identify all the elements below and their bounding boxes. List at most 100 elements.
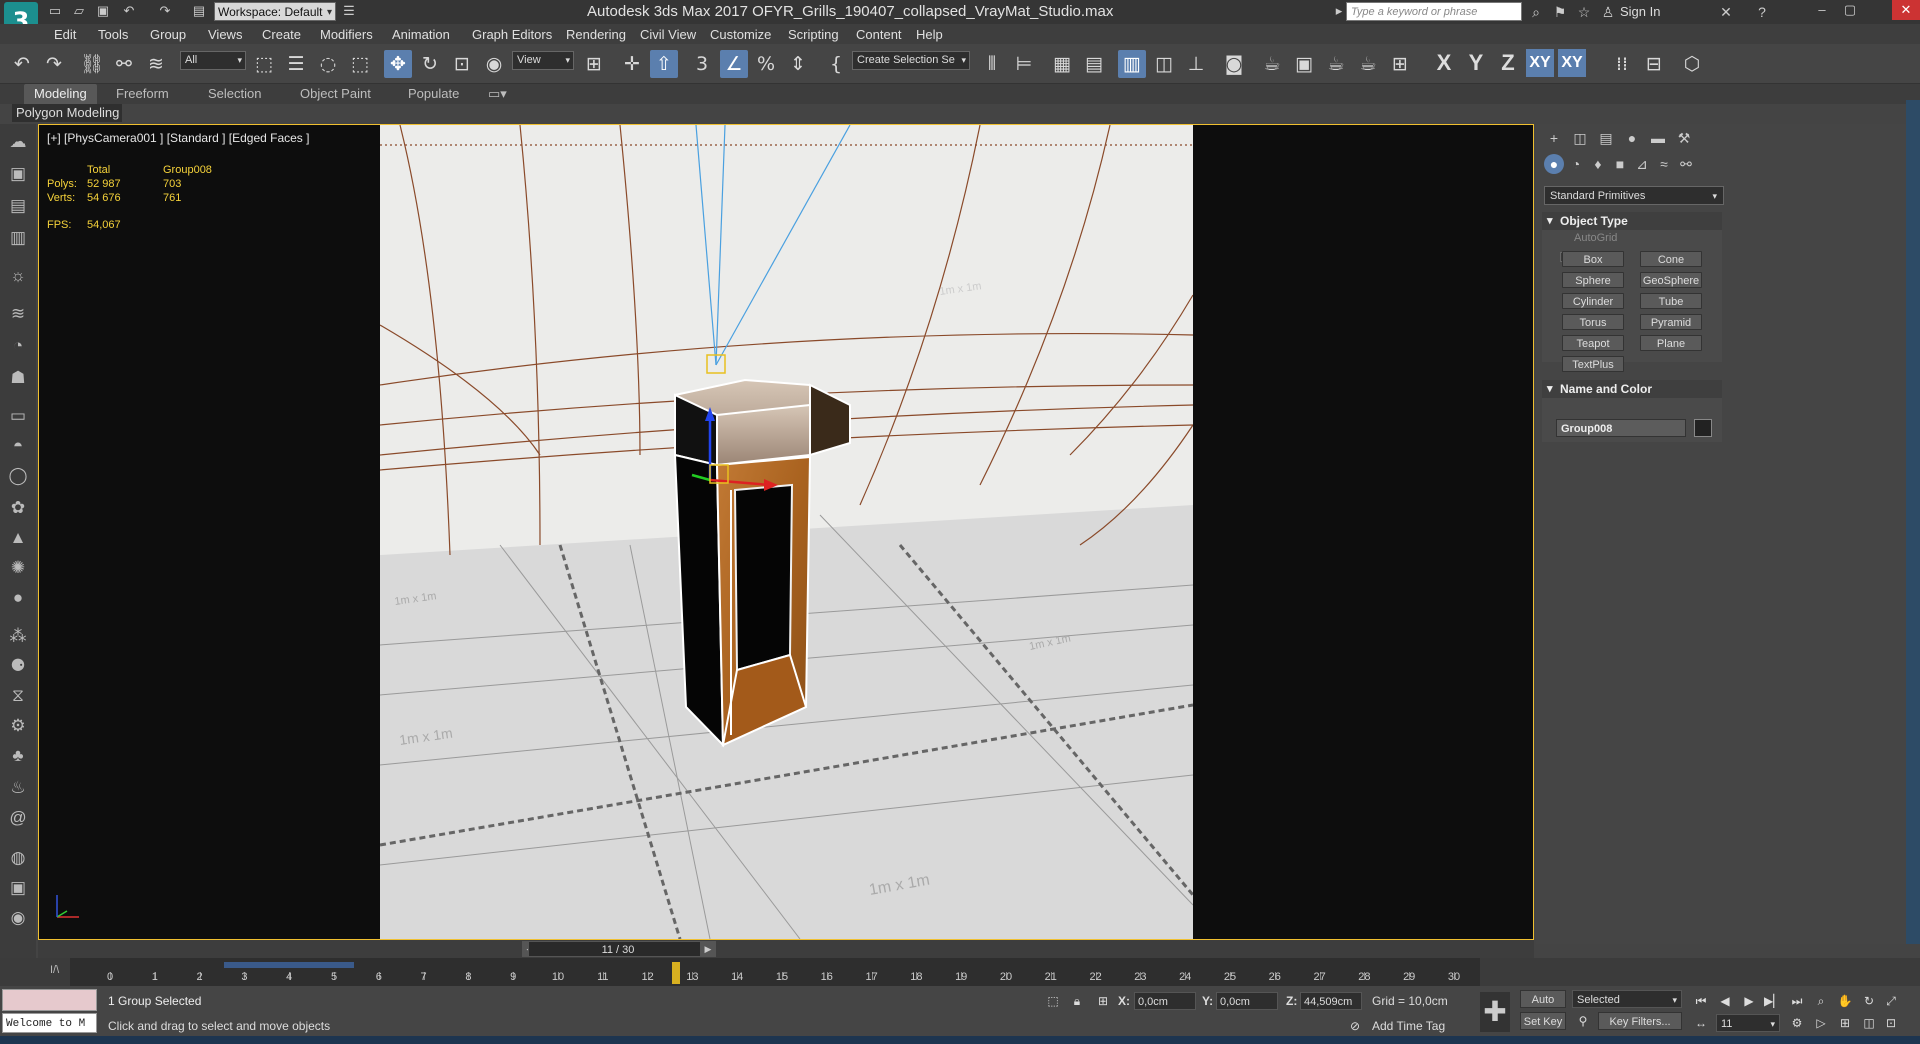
primitive-category-dropdown[interactable]: Standard Primitives <box>1544 186 1724 205</box>
workspace-dropdown[interactable]: Workspace: Default <box>214 2 336 22</box>
tab-freeform[interactable]: Freeform <box>116 84 169 104</box>
window-crossing-icon[interactable]: ⬚ <box>346 50 374 78</box>
auto-key-button[interactable]: Auto Key <box>1520 990 1566 1024</box>
workspace-menu-icon[interactable]: ☰ <box>340 2 358 20</box>
rendered-frame-window-icon[interactable]: ▣ <box>1290 50 1318 78</box>
percent-snap-icon[interactable]: % <box>752 50 780 78</box>
save-icon[interactable]: ▣ <box>94 2 112 20</box>
geosphere-button[interactable]: GeoSphere <box>1640 272 1702 288</box>
maxscript-listener[interactable] <box>2 989 97 1011</box>
gold-sphere-icon[interactable]: ● <box>6 586 30 610</box>
mirror-icon[interactable]: ⫴ <box>978 50 1006 78</box>
spinner-snap-icon[interactable]: ⇕ <box>784 50 812 78</box>
new-file-icon[interactable]: ▭ <box>46 2 64 20</box>
link-icon[interactable]: ⛓ <box>78 50 106 78</box>
tab-selection[interactable]: Selection <box>208 84 261 104</box>
create-tab-icon[interactable]: + <box>1544 128 1564 148</box>
viewport-label[interactable]: [+] [PhysCamera001 ] [Standard ] [Edged … <box>47 131 309 145</box>
skin-tools-icon[interactable]: ◔ <box>6 334 30 358</box>
render-sphere-icon[interactable]: ◉ <box>6 906 30 930</box>
object-name-input[interactable]: Group008 <box>1556 419 1686 437</box>
search-input[interactable]: Type a keyword or phrase <box>1346 2 1522 21</box>
sphere-tool-icon[interactable]: ◯ <box>6 464 30 488</box>
studio-scene[interactable]: 1m x 1m 1m x 1m 1m x 1m 1m x 1m 1m x 1m <box>380 125 1193 939</box>
shapes-icon[interactable]: ◔ <box>1566 154 1586 174</box>
plane-button[interactable]: Plane <box>1640 335 1702 351</box>
project-folder-icon[interactable]: ▤ <box>190 2 208 20</box>
select-and-scale-icon[interactable]: ⊡ <box>448 50 476 78</box>
snail-tool-icon[interactable]: @ <box>6 806 30 830</box>
help-icon[interactable]: ? <box>1752 2 1772 22</box>
tool-box-icon[interactable]: ▣ <box>6 876 30 900</box>
textplus-button[interactable]: TextPlus <box>1562 356 1624 372</box>
reference-coordinate-dropdown[interactable]: View <box>512 51 574 70</box>
key-selection-dropdown[interactable]: Selected <box>1572 990 1682 1009</box>
name-color-rollout-header[interactable]: Name and Color <box>1542 380 1722 398</box>
set-key-button[interactable]: Set Key <box>1520 1012 1566 1030</box>
add-time-tag[interactable]: Add Time Tag <box>1372 1019 1445 1033</box>
close-icon[interactable]: ✕ <box>1892 0 1920 20</box>
scale-tool-icon[interactable]: ⧖ <box>6 684 30 708</box>
key-mode-icon[interactable]: ⚲ <box>1574 1012 1592 1030</box>
render-iterative-icon[interactable]: ☕ <box>1354 50 1382 78</box>
menu-scripting[interactable]: Scripting <box>788 27 839 42</box>
undo-icon[interactable]: ↶ <box>120 2 138 20</box>
menu-tools[interactable]: Tools <box>98 27 128 42</box>
rectangular-selection-icon[interactable]: ◌ <box>314 50 342 78</box>
menu-modifiers[interactable]: Modifiers <box>320 27 373 42</box>
orbit-icon[interactable]: ↻ <box>1860 992 1878 1010</box>
curve-editor-icon[interactable]: ◫ <box>1150 50 1178 78</box>
next-frame-icon[interactable]: ▶▏ <box>1764 992 1782 1010</box>
hair-tools-icon[interactable]: ≋ <box>6 302 30 326</box>
track-area[interactable]: 0 1 2 3 4 5 6 7 8 9 10 11 12 13 14 15 16 17 18 19 20 21 22 23 24… <box>70 958 1480 986</box>
go-to-end-icon[interactable]: ⏭ <box>1788 992 1806 1010</box>
play-icon[interactable]: ▶ <box>1740 992 1758 1010</box>
edit-named-selections-icon[interactable]: { <box>822 50 850 78</box>
render-setup-icon[interactable]: ☕ <box>1258 50 1286 78</box>
lights-icon[interactable]: ♦ <box>1588 154 1608 174</box>
selection-filter-dropdown[interactable]: All <box>180 51 246 70</box>
sign-in-link[interactable]: Sign In <box>1620 4 1660 19</box>
favorites-star-icon[interactable]: ☆ <box>1574 2 1594 22</box>
menu-graph-editors[interactable]: Graph Editors <box>472 27 552 42</box>
axis-x-button[interactable]: X <box>1430 49 1458 77</box>
selection-lock-icon[interactable]: 🔒︎ <box>1068 992 1086 1010</box>
time-config-icon[interactable]: ⚙ <box>1788 1014 1806 1032</box>
ribbon-options-icon[interactable]: ▭▾ <box>488 84 507 104</box>
next-frame-arrow-icon[interactable]: ▶ <box>700 941 716 957</box>
set-key-mode-icon[interactable]: ✚ <box>1480 992 1510 1032</box>
plane-tool-icon[interactable]: ▭ <box>6 404 30 428</box>
layers-icon[interactable]: ▥ <box>6 226 30 250</box>
bind-space-warp-icon[interactable]: ≋ <box>142 50 170 78</box>
teapot-button[interactable]: Teapot <box>1562 335 1624 351</box>
torus-button[interactable]: Torus <box>1562 314 1624 330</box>
select-and-move-icon[interactable]: ✥ <box>384 50 412 78</box>
menu-customize[interactable]: Customize <box>710 27 771 42</box>
axis-xy-cycle-button[interactable]: XY <box>1558 49 1586 77</box>
menu-group[interactable]: Group <box>150 27 186 42</box>
zoom-icon[interactable]: ⌕ <box>1812 992 1830 1010</box>
space-warps-icon[interactable]: ≈ <box>1654 154 1674 174</box>
tab-modeling[interactable]: Modeling <box>24 84 97 104</box>
sun-light-icon[interactable]: ✺ <box>6 556 30 580</box>
viewport-layout-icon[interactable]: ☁ <box>6 130 30 154</box>
exchange-apps-icon[interactable]: ✕ <box>1716 2 1736 22</box>
tube-button[interactable]: Tube <box>1640 293 1702 309</box>
select-by-name-icon[interactable]: ☰ <box>282 50 310 78</box>
globe-icon[interactable]: ◍ <box>6 846 30 870</box>
viewport-config-icon[interactable]: ⊡ <box>1882 1014 1900 1032</box>
z-coordinate-field[interactable]: 44,509cm <box>1300 992 1362 1010</box>
menu-rendering[interactable]: Rendering <box>566 27 626 42</box>
object-color-swatch[interactable] <box>1694 419 1712 437</box>
y-coordinate-field[interactable]: 0,0cm <box>1216 992 1278 1010</box>
utilities-tab-icon[interactable]: ⚒ <box>1674 128 1694 148</box>
hf-tool-icon[interactable]: ♨ <box>6 776 30 800</box>
key-filters-button[interactable]: Key Filters... <box>1598 1012 1682 1030</box>
maximize-viewport-icon[interactable]: ⤢ <box>1882 992 1900 1010</box>
array-icon[interactable]: ⊟ <box>1640 50 1668 78</box>
playhead[interactable] <box>672 962 680 984</box>
dome-tool-icon[interactable]: ◓ <box>6 434 30 458</box>
object-type-rollout-header[interactable]: Object Type <box>1542 212 1722 230</box>
cone-button[interactable]: Cone <box>1640 251 1702 267</box>
geometry-icon[interactable]: ● <box>1544 154 1564 174</box>
